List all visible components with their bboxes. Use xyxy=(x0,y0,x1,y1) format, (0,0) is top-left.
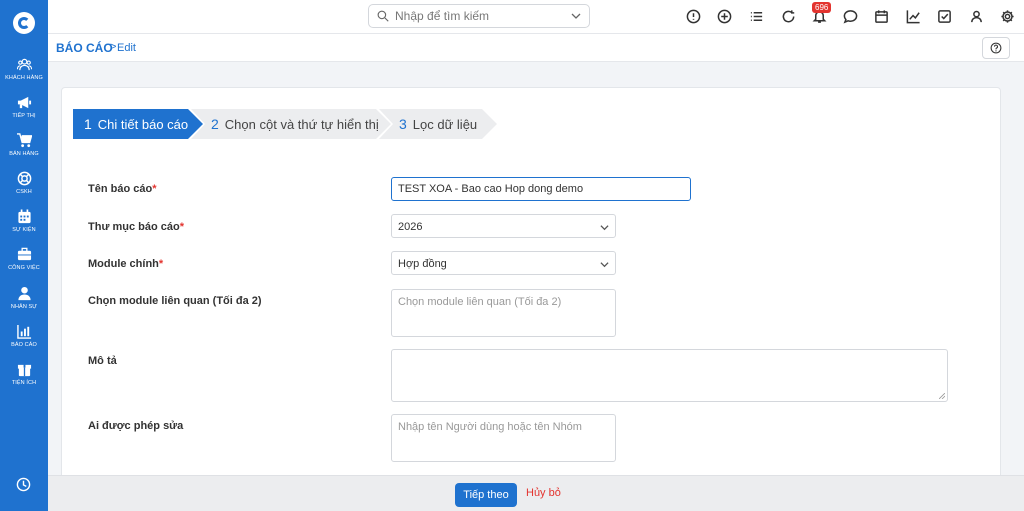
report-icon xyxy=(16,324,31,339)
report-name-field[interactable] xyxy=(391,177,691,201)
line-chart-icon xyxy=(906,10,920,24)
notification-badge: 696 xyxy=(812,2,832,13)
plus-circle-icon xyxy=(717,9,732,24)
cart-icon xyxy=(16,133,32,148)
main-module-select[interactable]: Hợp đồng xyxy=(391,251,616,275)
required-mark: * xyxy=(179,221,184,233)
cancel-button[interactable]: Hủy bỏ xyxy=(526,487,561,499)
chevron-down-icon[interactable] xyxy=(571,11,581,21)
report-folder-select[interactable]: 2026 xyxy=(391,214,616,238)
editors-label: Ai được phép sửa xyxy=(88,420,184,432)
customers-icon xyxy=(16,58,32,71)
step-label: Chọn cột và thứ tự hiển thị xyxy=(224,116,379,132)
sidebar-item-hr[interactable]: NHÂN SỰ xyxy=(0,286,48,310)
step-label: Lọc dữ liệu xyxy=(412,116,478,132)
sidebar-item-label: CÔNG VIỆC xyxy=(8,265,40,271)
list-icon xyxy=(750,12,763,21)
step-number: 1 xyxy=(84,116,92,132)
next-button[interactable]: Tiếp theo xyxy=(455,483,517,507)
step-label: Chi tiết báo cáo xyxy=(97,116,189,132)
report-form-card: 1 Chi tiết báo cáo 2 Chọn cột và thứ tự … xyxy=(61,87,1001,487)
chevron-down-icon xyxy=(600,225,609,231)
required-mark: * xyxy=(152,183,157,195)
step-filters[interactable]: 3 Lọc dữ liệu xyxy=(379,109,497,139)
chat-button[interactable] xyxy=(843,9,858,24)
add-button[interactable] xyxy=(717,9,732,24)
megaphone-icon xyxy=(17,96,31,109)
sidebar-item-label: TIỆN ÍCH xyxy=(11,380,37,386)
search-icon xyxy=(377,10,389,22)
lifebuoy-icon xyxy=(17,171,31,186)
user-icon xyxy=(971,10,982,23)
tasks-button[interactable] xyxy=(937,9,952,24)
search-input[interactable] xyxy=(395,9,565,23)
breadcrumb-separator: > xyxy=(110,41,117,53)
report-name-label: Tên báo cáo* xyxy=(88,183,157,195)
sidebar-item-reports[interactable]: BÁO CÁO xyxy=(0,324,48,348)
description-label: Mô tả xyxy=(88,355,117,367)
user-button[interactable] xyxy=(969,9,984,24)
global-search[interactable] xyxy=(368,4,590,28)
clock-icon[interactable] xyxy=(16,477,31,492)
description-textarea[interactable] xyxy=(392,350,947,401)
sidebar-item-events[interactable]: SỰ KIỆN xyxy=(0,209,48,233)
sidebar-item-label: KHÁCH HÀNG xyxy=(5,75,43,81)
step-details[interactable]: 1 Chi tiết báo cáo xyxy=(73,109,203,139)
sidebar-item-label: BÁN HÀNG xyxy=(9,151,39,157)
sidebar-item-label: NHÂN SỰ xyxy=(10,304,38,310)
refresh-icon xyxy=(782,10,795,23)
package-icon xyxy=(17,364,31,377)
breadcrumb: BÁO CÁO > Edit xyxy=(48,34,1024,62)
description-field[interactable] xyxy=(391,349,948,402)
top-bar: 696 xyxy=(48,0,1024,34)
alert-circle-icon xyxy=(686,9,701,24)
sidebar-item-customer-care[interactable]: CSKH xyxy=(0,171,48,195)
sidebar-item-label: CSKH xyxy=(16,189,32,195)
alert-button[interactable] xyxy=(686,9,701,24)
breadcrumb-reports-link[interactable]: BÁO CÁO xyxy=(56,41,113,55)
required-mark: * xyxy=(158,258,164,270)
main-module-label: Module chính* xyxy=(88,258,164,270)
sidebar-item-marketing[interactable]: TIẾP THỊ xyxy=(0,95,48,119)
help-button[interactable] xyxy=(982,37,1010,59)
sidebar-item-sales[interactable]: BÁN HÀNG xyxy=(0,133,48,157)
sidebar-item-label: BÁO CÁO xyxy=(11,342,37,348)
editors-input[interactable] xyxy=(392,415,615,461)
chevron-down-icon xyxy=(600,262,609,268)
sidebar-item-label: SỰ KIỆN xyxy=(12,227,36,233)
form-footer: Tiếp theo Hủy bỏ xyxy=(48,475,1024,511)
breadcrumb-current: Edit xyxy=(117,42,136,54)
checkbox-icon xyxy=(938,10,951,23)
resize-grip-icon[interactable] xyxy=(939,393,945,399)
step-number: 2 xyxy=(211,116,219,132)
sidebar-item-customers[interactable]: KHÁCH HÀNG xyxy=(0,57,48,81)
calendar-icon xyxy=(17,209,31,224)
sidebar-item-utilities[interactable]: TIỆN ÍCH xyxy=(0,362,48,386)
related-modules-field[interactable] xyxy=(391,289,616,337)
report-folder-value: 2026 xyxy=(398,221,423,233)
step-columns[interactable]: 2 Chọn cột và thứ tự hiển thị xyxy=(191,109,391,139)
help-icon xyxy=(990,42,1002,54)
sidebar-item-tasks[interactable]: CÔNG VIỆC xyxy=(0,247,48,271)
report-name-input[interactable] xyxy=(392,178,690,200)
chat-icon xyxy=(843,10,858,24)
step-number: 3 xyxy=(399,116,407,132)
person-icon xyxy=(17,286,31,301)
editors-field[interactable] xyxy=(391,414,616,462)
app-logo[interactable] xyxy=(13,12,35,34)
gear-icon xyxy=(1001,10,1014,23)
calendar-button[interactable] xyxy=(874,9,889,24)
list-button[interactable] xyxy=(749,9,764,24)
report-folder-label: Thư mục báo cáo* xyxy=(88,221,184,233)
sidebar: KHÁCH HÀNG TIẾP THỊ BÁN HÀNG CSKH SỰ KIỆ… xyxy=(0,0,48,511)
briefcase-icon xyxy=(17,247,31,261)
main-module-value: Hợp đồng xyxy=(398,258,447,270)
settings-button[interactable] xyxy=(1000,9,1015,24)
related-modules-label: Chọn module liên quan (Tối đa 2) xyxy=(88,295,262,307)
calendar-outline-icon xyxy=(875,10,888,23)
refresh-button[interactable] xyxy=(781,9,796,24)
sidebar-item-label: TIẾP THỊ xyxy=(12,113,36,119)
related-modules-input[interactable] xyxy=(392,290,615,336)
chart-button[interactable] xyxy=(906,9,921,24)
